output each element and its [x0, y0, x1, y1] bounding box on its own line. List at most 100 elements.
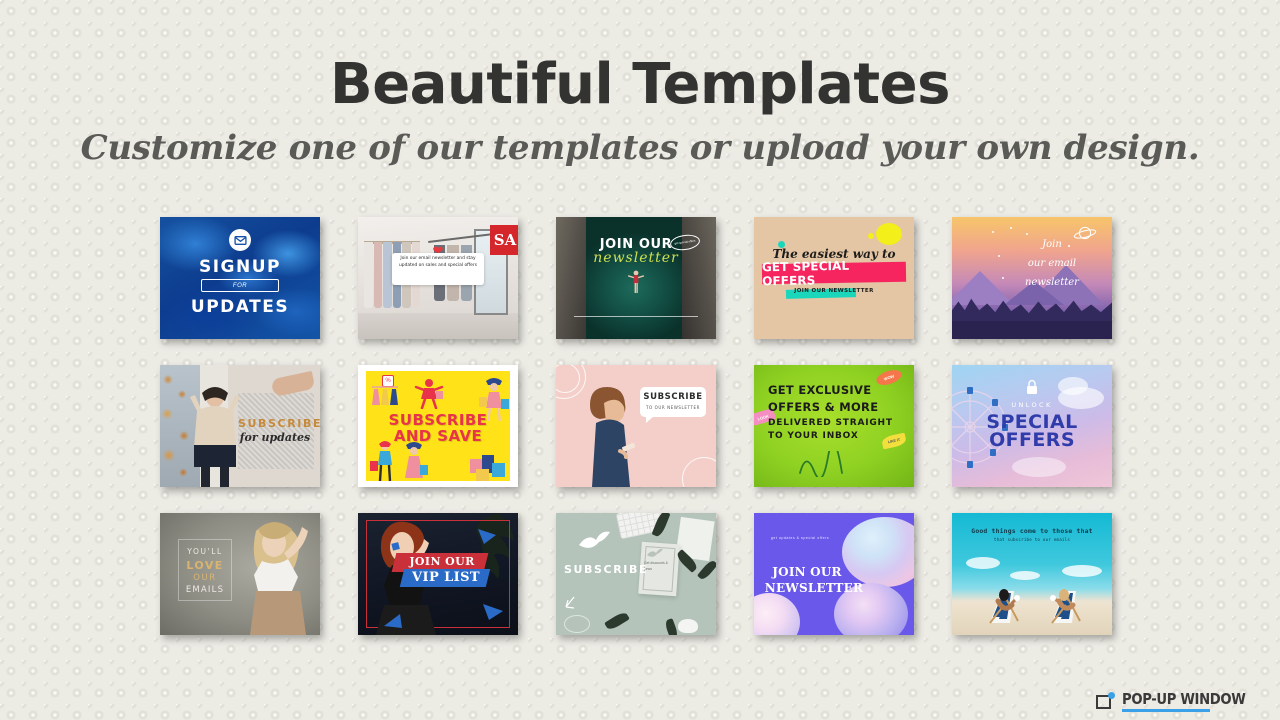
deck-chair-right: [1050, 589, 1081, 624]
model-figure: [190, 387, 240, 487]
page-subtitle: Customize one of our templates or upload…: [80, 128, 1200, 168]
template-slot-subscribe-speech-bubble: SUBSCRIBE TO OUR NEWSLETTER: [546, 356, 726, 496]
handwritten-note: Join our email newsletter and stay updat…: [392, 253, 484, 285]
template-slot-join-our-vip-list: JOIN OUR VIP LIST: [348, 504, 528, 644]
template-card-subscribe-speech-bubble[interactable]: SUBSCRIBE TO OUR NEWSLETTER: [556, 365, 716, 487]
headline-line-1: Good things come to those that: [971, 527, 1093, 535]
window-square-icon: [1095, 692, 1116, 710]
template-slot-join-our-newsletter-bubbles: get updates & special offers JOIN OUR NE…: [744, 504, 924, 644]
headline-line-1: GET EXCLUSIVE: [768, 383, 872, 397]
mug-prop: [678, 619, 698, 633]
template-slot-get-exclusive-offers: WOW LOOK LIKE IT GET EXCLUSIVE OFFERS & …: [744, 356, 924, 496]
pink-banner: GET SPECIAL OFFERS: [762, 259, 907, 288]
headline-line-4: TO YOUR INBOX: [768, 431, 859, 441]
script-line-2: our email: [1027, 258, 1077, 269]
headline-line-2: OFFERS & MORE: [768, 400, 879, 414]
template-card-clothing-store-newsletter[interactable]: SA ❤ Join our email newsletter and stay …: [358, 217, 518, 339]
template-eyebrow: UNLOCK: [1011, 401, 1053, 409]
headline-line-4: EMAILS: [185, 585, 225, 595]
ribbon-label: FOR: [201, 279, 279, 292]
template-slot-subscribe-for-updates-fashion: SUBSCRIBE for updates: [150, 356, 330, 496]
template-card-subscribe-and-save[interactable]: % SUBSCRIBE AND SAVE: [358, 365, 518, 487]
headline-line-2: that subscribe to our emails: [993, 537, 1071, 542]
headline-line-1: JOIN OUR: [772, 565, 842, 579]
template-subline: TO OUR NEWSLETTER: [645, 405, 701, 410]
envelope-icon: [229, 229, 251, 251]
template-card-subscribe-for-updates-fashion[interactable]: SUBSCRIBE for updates: [160, 365, 320, 487]
template-subline: newsletter: [593, 250, 679, 266]
sparkle-doodle: [565, 596, 575, 609]
runner-illustration: [414, 379, 444, 409]
template-headline: SIGNUP: [198, 257, 281, 277]
templates-page: Beautiful Templates Customize one of our…: [0, 0, 1280, 720]
rock-left: [556, 217, 586, 339]
blue-triangle: [384, 614, 402, 628]
template-cta: JOIN OUR NEWSLETTER: [794, 288, 874, 294]
template-slot-sunset-mountains-newsletter: Join our email newsletter: [942, 208, 1122, 348]
template-card-subscribe-flatlay[interactable]: Get discounts & news SUBSCRIBE: [556, 513, 716, 635]
watermark-underline: [1121, 709, 1210, 712]
yellow-dot-shape: [868, 233, 874, 239]
watermark: POP-UP WINDOW: [1095, 690, 1262, 712]
template-card-join-our-vip-list[interactable]: JOIN OUR VIP LIST: [358, 513, 518, 635]
template-card-signup-for-updates[interactable]: SIGNUP FOR UPDATES: [160, 217, 320, 339]
headline-line-3: DELIVERED STRAIGHT: [768, 418, 893, 428]
yellow-blob-shape: [876, 223, 902, 245]
template-slot-clothing-store-newsletter: SA ❤ Join our email newsletter and stay …: [348, 208, 528, 348]
divider-line: [574, 316, 698, 317]
template-eyebrow: get updates & special offers: [770, 536, 830, 540]
model-figure: [250, 522, 308, 635]
template-card-get-exclusive-offers[interactable]: WOW LOOK LIKE IT GET EXCLUSIVE OFFERS & …: [754, 365, 914, 487]
template-slot-subscribe-flatlay: Get discounts & news SUBSCRIBE: [546, 504, 726, 644]
decorative-ring: [564, 615, 590, 633]
template-slot-good-things-come-beach: Good things come to those that that subs…: [942, 504, 1122, 644]
template-card-join-our-newsletter-water[interactable]: JOIN OUR newsletter get special offers: [556, 217, 716, 339]
squiggle-doodle: [799, 451, 843, 477]
template-grid: SIGNUP FOR UPDATES SA ❤ Join our email n…: [150, 208, 1130, 644]
deck-chair-left: [989, 589, 1020, 624]
swimmer-figure: [627, 270, 645, 293]
lock-icon: [1027, 379, 1037, 394]
headline-line-1: YOU'LL: [187, 547, 223, 556]
handwritten-note: Get discounts & news: [644, 561, 668, 571]
template-card-sunset-mountains-newsletter[interactable]: Join our email newsletter: [952, 217, 1112, 339]
store-floor: [358, 313, 518, 339]
person-figure: [590, 387, 636, 487]
speech-bubble: SUBSCRIBE TO OUR NEWSLETTER: [640, 387, 706, 423]
template-slot-subscribe-and-save: % SUBSCRIBE AND SAVE: [348, 356, 528, 496]
headline-line-2: NEWSLETTER: [764, 581, 864, 595]
blue-triangle: [478, 529, 496, 544]
watermark-label: POP-UP WINDOW: [1121, 690, 1246, 708]
bird-icon: [579, 531, 610, 548]
template-slot-youll-love-our-emails: YOU'LL LOVE OUR EMAILS: [150, 504, 330, 644]
template-subline: UPDATES: [190, 297, 290, 317]
template-card-easiest-way-special-offers[interactable]: The easiest way to GET SPECIAL OFFERS JO…: [754, 217, 914, 339]
headline-line-1: JOIN OUR: [409, 555, 475, 568]
template-card-youll-love-our-emails[interactable]: YOU'LL LOVE OUR EMAILS: [160, 513, 320, 635]
template-script-text: Join our email newsletter: [1004, 235, 1100, 292]
template-headline: SUBSCRIBE: [643, 392, 703, 402]
headline-line-2: OFFERS: [989, 429, 1075, 451]
template-headline: GET SPECIAL OFFERS: [761, 258, 850, 289]
template-slot-easiest-way-special-offers: The easiest way to GET SPECIAL OFFERS JO…: [744, 208, 924, 348]
ground-silhouette: [952, 321, 1112, 339]
template-headline: SUBSCRIBE: [238, 417, 320, 430]
template-slot-unlock-special-offers: UNLOCK SPECIAL OFFERS: [942, 356, 1122, 496]
sale-sign: SA: [490, 225, 518, 255]
template-slot-signup-for-updates: SIGNUP FOR UPDATES: [150, 208, 330, 348]
shopper-illustration-3: [405, 442, 428, 478]
page-title: Beautiful Templates: [330, 52, 950, 117]
script-line-3: newsletter: [1025, 277, 1079, 288]
template-card-join-our-newsletter-bubbles[interactable]: get updates & special offers JOIN OUR NE…: [754, 513, 914, 635]
template-card-unlock-special-offers[interactable]: UNLOCK SPECIAL OFFERS: [952, 365, 1112, 487]
bird-icon-small: [647, 548, 663, 557]
shopping-bags-illustration: [470, 455, 505, 481]
template-slot-join-our-newsletter-water: JOIN OUR newsletter get special offers: [546, 208, 726, 348]
sand-ground: [952, 603, 1112, 635]
shopper-illustration-2: [370, 441, 392, 482]
headline-line-2: VIP LIST: [412, 570, 480, 585]
template-headline: SUBSCRIBE: [564, 563, 649, 576]
blue-triangle: [483, 604, 503, 620]
template-card-good-things-come-beach[interactable]: Good things come to those that that subs…: [952, 513, 1112, 635]
template-subline: for updates: [239, 431, 311, 444]
